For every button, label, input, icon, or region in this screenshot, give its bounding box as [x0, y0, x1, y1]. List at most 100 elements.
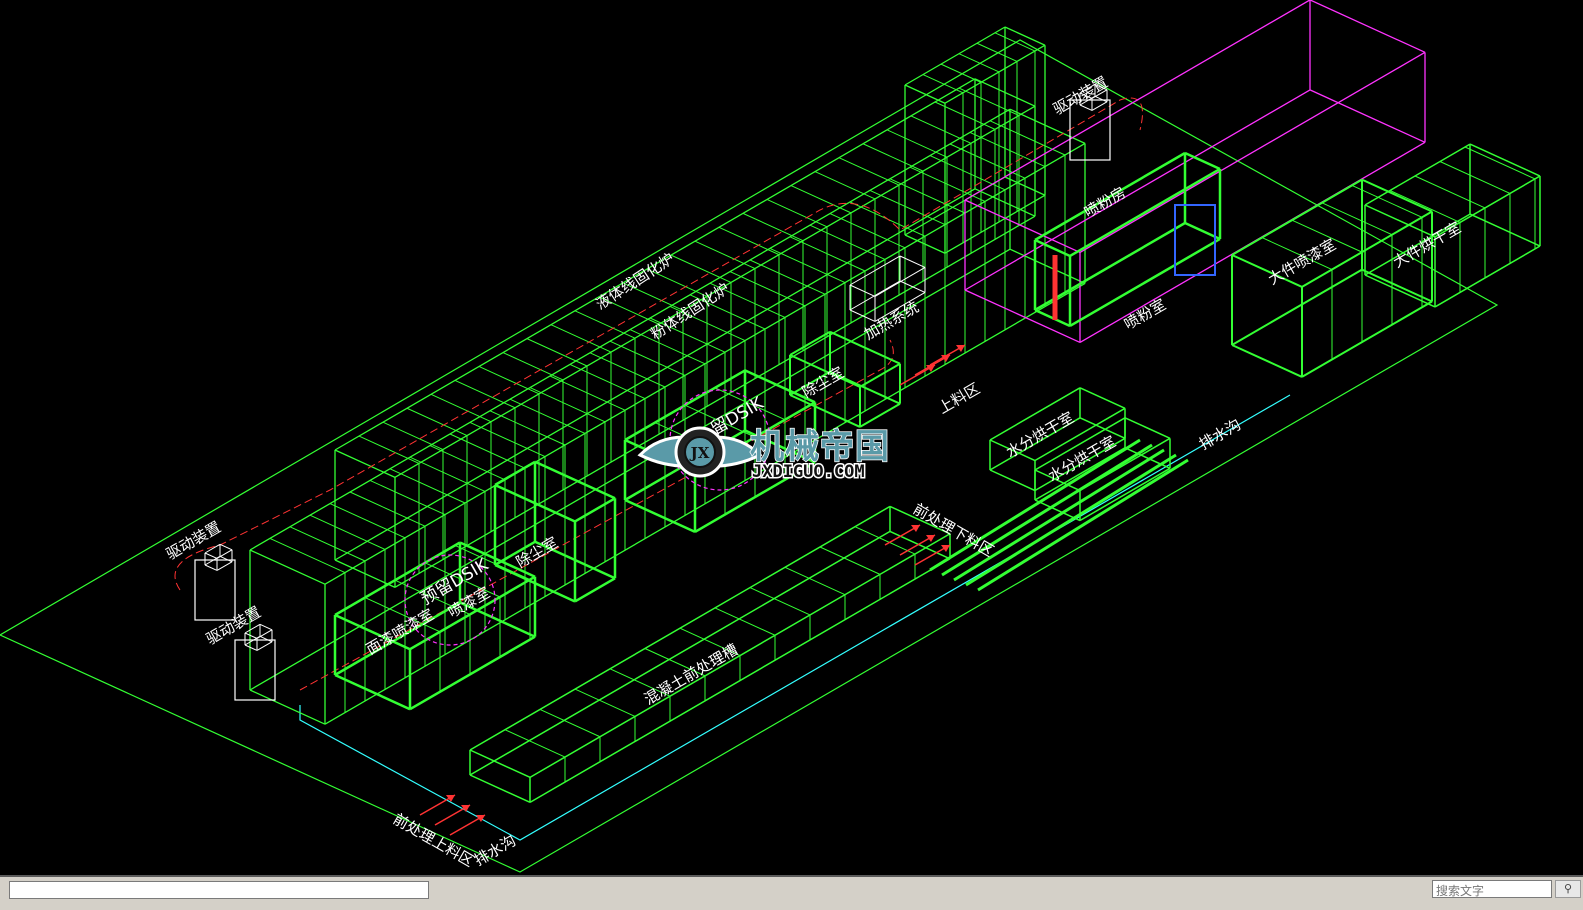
label-heating-system: 加热系统 [861, 298, 922, 344]
status-bar: 搜索文字 ⚲ [0, 875, 1583, 910]
watermark-domain: JXDIGUO.COM [752, 462, 865, 482]
dust-room-edge [859, 362, 901, 388]
concrete-pretreat-tank-edge [469, 530, 891, 776]
topcoat-booth-edge [409, 635, 536, 711]
oven-end-module-panel [976, 42, 1018, 62]
moisture-dryer-edge [1079, 387, 1126, 410]
heating-system-edge [849, 284, 876, 297]
liquid-curing-oven-panel [289, 526, 366, 562]
liquid-curing-oven-panel [349, 491, 426, 527]
liquid-curing-oven-panel [309, 514, 386, 550]
dust-room-edge [574, 497, 616, 523]
label-powder-room: 喷粉房 [1081, 183, 1129, 221]
watermark-badge: JX [689, 444, 710, 462]
large-dryer-edge [1364, 143, 1471, 206]
topcoat-booth-edge [334, 673, 411, 711]
label-dust-room: 除尘室 [513, 533, 561, 571]
drive-unit-motor-edge [1094, 95, 1108, 103]
drive-unit-motor-edge [204, 564, 218, 571]
powder-curing-oven-panel [454, 379, 516, 409]
large-dryer-edge [1434, 245, 1541, 308]
dust-room-edge [859, 402, 901, 428]
oven-end-module-panel [994, 32, 1036, 52]
label-pretreat-unload: 前处理下料区 [910, 500, 997, 561]
liquid-curing-oven-panel [329, 503, 406, 539]
watermark-title: 机械帝国 [750, 427, 890, 467]
large-dryer-edge [1469, 213, 1541, 247]
drive-unit-motor-edge [244, 644, 258, 651]
moisture-dryer-edge [1124, 417, 1171, 440]
arrow-head-icon [941, 545, 950, 552]
large-dryer-panel [1464, 146, 1536, 180]
powder-curing-oven-panel [502, 352, 564, 381]
powder-curing-oven-panel [838, 157, 900, 186]
large-dryer-panel [1414, 175, 1486, 209]
drive-unit-motor-edge [259, 623, 273, 631]
drive-unit-motor-edge [244, 632, 258, 639]
label-drive-unit: 驱动装置 [1050, 73, 1111, 119]
watermark-logo: JX 机械帝国 JXDIGUO.COM [637, 426, 890, 484]
powder-booth-edge [1184, 151, 1221, 171]
powder-room-edge [1309, 89, 1426, 143]
search-text-input[interactable]: 搜索文字 [1432, 880, 1552, 898]
powder-curing-oven-panel [670, 254, 732, 283]
large-dryer-edge [1364, 274, 1436, 308]
powder-curing-oven-edge [334, 449, 396, 478]
large-spray-booth-edge [1231, 344, 1303, 378]
concrete-pretreat-tank-panel [539, 708, 601, 738]
concrete-pretreat-tank-panel [749, 587, 811, 616]
concrete-pretreat-tank-panel [854, 526, 916, 555]
concrete-pretreat-tank-edge [469, 749, 531, 779]
powder-curing-oven-panel [814, 171, 876, 200]
drive-unit-motor-edge [204, 552, 218, 559]
powder-curing-oven-panel [406, 407, 468, 437]
concrete-pretreat-tank-edge [889, 530, 951, 560]
label-drain: 排水沟 [471, 831, 519, 869]
pretreat-conveyor-line [929, 438, 1141, 572]
powder-curing-oven-edge [334, 188, 976, 561]
powder-curing-oven-panel [934, 101, 996, 130]
label-large-spray-booth: 大件喷漆室 [1265, 235, 1339, 288]
powder-room-edge [1079, 51, 1426, 254]
moisture-dryer-edge [989, 469, 1036, 492]
search-button[interactable]: ⚲ [1555, 880, 1581, 898]
large-dryer-edge [1469, 143, 1541, 177]
powder-recovery-unit [1174, 204, 1216, 276]
concrete-pretreat-tank-panel [574, 688, 636, 717]
powder-curing-oven-panel [526, 338, 588, 367]
heating-system-edge [899, 255, 926, 268]
label-drive-unit: 驱动装置 [163, 518, 224, 564]
large-spray-booth-edge [1231, 268, 1363, 346]
label-moisture-dryer: 水分烘干室 [1003, 408, 1077, 461]
liquid-curing-oven-edge [249, 549, 326, 585]
large-spray-booth-edge [1361, 178, 1433, 213]
powder-curing-oven-panel [382, 421, 444, 450]
arrow-head-icon [476, 815, 485, 822]
command-input[interactable] [9, 881, 429, 899]
label-loading-area: 上料区 [935, 379, 983, 417]
liquid-curing-oven-edge [249, 689, 326, 725]
powder-curing-oven-panel [742, 212, 804, 242]
concrete-pretreat-tank-panel [714, 607, 776, 636]
powder-curing-oven-panel [550, 324, 612, 353]
label-pretreat-load: 前处理上料区 [390, 810, 477, 871]
arrow-head-icon [956, 345, 965, 352]
large-spray-booth-edge [1301, 300, 1433, 378]
oven-end-module-edge [904, 26, 1006, 86]
liquid-curing-oven-panel [369, 479, 446, 516]
cad-drawing-canvas[interactable]: 液体线固化炉 粉体线固化炉 驱动装置 驱动装置 驱动装置 喷粉房 喷粉室 加热系… [0, 0, 1583, 875]
drive-unit-motor-edge [216, 549, 233, 559]
powder-curing-oven-panel [358, 435, 420, 464]
dust-room-edge [789, 330, 831, 356]
powder-room-edge [1309, 0, 1426, 53]
dust-room-edge [574, 577, 616, 603]
concrete-pretreat-tank-panel [784, 566, 846, 596]
powder-curing-oven-panel [430, 393, 492, 423]
drive-unit-motor-edge [216, 561, 233, 571]
label-drain: 排水沟 [1196, 415, 1244, 453]
powder-curing-oven-panel [958, 87, 1020, 116]
liquid-curing-oven-edge [249, 108, 1011, 551]
powder-curing-oven-panel [910, 115, 972, 144]
powder-curing-oven-panel [790, 185, 852, 214]
powder-curing-oven-panel [478, 366, 540, 395]
